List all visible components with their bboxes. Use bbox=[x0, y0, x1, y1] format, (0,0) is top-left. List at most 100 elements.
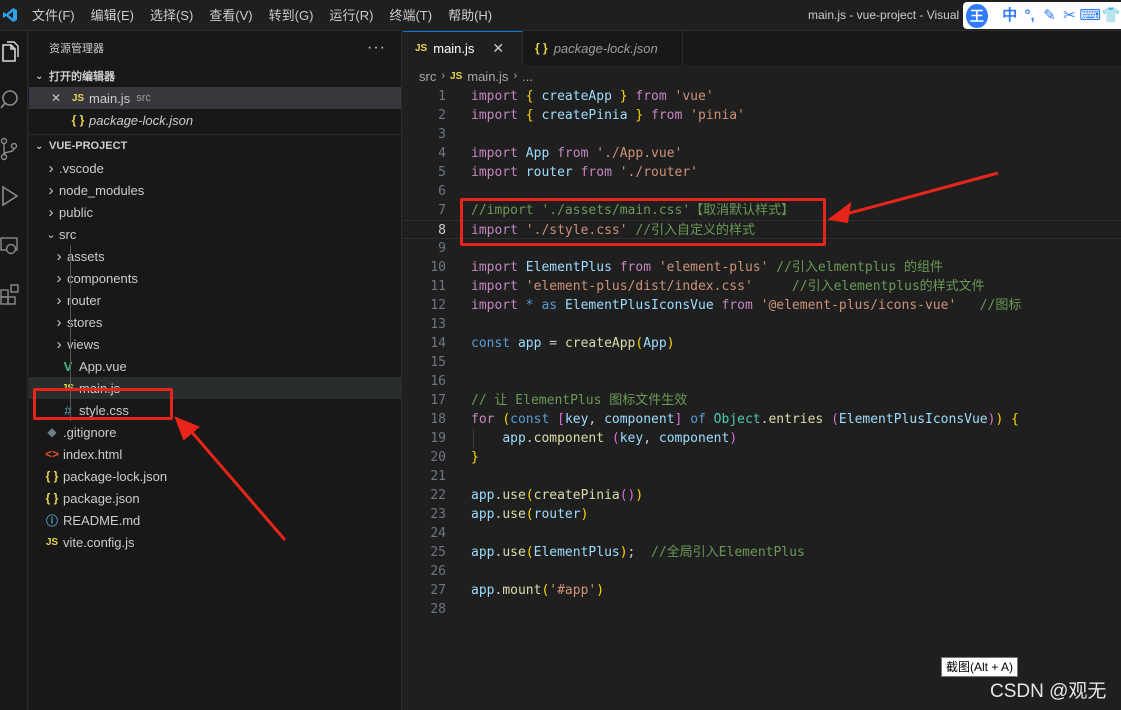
tree-item-router[interactable]: › router bbox=[29, 289, 401, 311]
more-actions-icon[interactable]: ··· bbox=[367, 39, 386, 57]
breadcrumb-folder[interactable]: src bbox=[419, 69, 436, 84]
code-line: 12 import * as ElementPlusIconsVue from '… bbox=[403, 296, 1121, 315]
ime-keyboard-icon[interactable]: ⌨ bbox=[1079, 2, 1101, 29]
code-line: 1 import { createApp } from 'vue' bbox=[403, 87, 1121, 106]
code-text: import * as ElementPlusIconsVue from '@e… bbox=[471, 296, 1021, 315]
code-token: import bbox=[471, 165, 518, 180]
source-control-icon[interactable] bbox=[0, 137, 20, 161]
tree-item-label: views bbox=[67, 336, 100, 352]
info-file-icon: ⓘ bbox=[45, 513, 58, 528]
search-icon[interactable] bbox=[0, 87, 20, 111]
tree-item-label: App.vue bbox=[79, 358, 127, 374]
breadcrumb-more[interactable]: ... bbox=[522, 69, 533, 84]
code-text: import ElementPlus from 'element-plus' /… bbox=[471, 258, 943, 277]
menu-item[interactable]: 运行(R) bbox=[321, 0, 381, 31]
code-line: 10 import ElementPlus from 'element-plus'… bbox=[403, 258, 1121, 277]
code-line: 22 app.use(createPinia()) bbox=[403, 486, 1121, 505]
tree-item-package-lock-json[interactable]: { } package-lock.json bbox=[29, 465, 401, 487]
ime-chinese-mode-button[interactable]: 中 bbox=[1000, 2, 1020, 29]
code-token: import bbox=[471, 279, 518, 294]
line-number: 22 bbox=[430, 488, 446, 503]
code-token: . bbox=[525, 431, 534, 446]
open-editor-package-lock[interactable]: { } package-lock.json bbox=[29, 109, 401, 131]
ime-handwrite-icon[interactable]: ✎ bbox=[1040, 2, 1060, 29]
code-token: import bbox=[471, 108, 518, 123]
close-icon[interactable]: ✕ bbox=[492, 40, 504, 57]
tab-main-js[interactable]: JS main.js ✕ bbox=[403, 31, 523, 65]
line-number: 25 bbox=[430, 545, 446, 560]
open-editor-folder: src bbox=[136, 92, 151, 104]
tree-item-label: node_modules bbox=[59, 182, 145, 198]
line-number: 16 bbox=[430, 374, 446, 389]
menu-item[interactable]: 终端(T) bbox=[381, 0, 440, 31]
code-line: 16 bbox=[403, 372, 1121, 391]
tree-item-index-html[interactable]: <> index.html bbox=[29, 443, 401, 465]
menu-item[interactable]: 编辑(E) bbox=[83, 0, 142, 31]
tab-package-lock[interactable]: { } package-lock.json bbox=[523, 31, 683, 65]
code-token: from bbox=[557, 146, 589, 161]
code-token: app bbox=[517, 336, 542, 351]
tree-item-app-vue[interactable]: V App.vue bbox=[29, 355, 401, 377]
code-token: createApp bbox=[564, 336, 636, 351]
chevron-right-icon: › bbox=[56, 247, 62, 265]
code-line: 23 app.use(router) bbox=[403, 505, 1121, 524]
editor-area: JS main.js ✕ { } package-lock.json src ›… bbox=[403, 31, 1121, 710]
code-text: // 让 ElementPlus 图标文件生效 bbox=[471, 391, 687, 410]
chevron-right-icon: › bbox=[56, 313, 62, 331]
ime-scissors-icon[interactable]: ✂ bbox=[1060, 2, 1080, 29]
js-file-icon: JS bbox=[415, 43, 428, 54]
menu-item[interactable]: 查看(V) bbox=[201, 0, 260, 31]
code-token: ( bbox=[611, 431, 620, 446]
code-token: // 让 ElementPlus 图标文件生效 bbox=[471, 393, 688, 408]
ime-punctuation-button[interactable]: °, bbox=[1020, 2, 1040, 29]
breadcrumb-file[interactable]: main.js bbox=[467, 69, 508, 84]
line-number: 3 bbox=[438, 127, 446, 142]
code-token: } bbox=[471, 450, 479, 465]
code-line: 25 app.use(ElementPlus); //全局引入ElementPlu… bbox=[403, 543, 1121, 562]
remote-explorer-icon[interactable] bbox=[0, 234, 20, 258]
tree-item-stores[interactable]: › stores bbox=[29, 311, 401, 333]
run-debug-icon[interactable] bbox=[0, 184, 20, 208]
code-token: { bbox=[525, 89, 534, 104]
tree-item-vscode[interactable]: › .vscode bbox=[29, 157, 401, 179]
tree-item-readme-md[interactable]: ⓘ README.md bbox=[29, 509, 401, 531]
code-token: use bbox=[502, 488, 526, 503]
menu-item[interactable]: 转到(G) bbox=[261, 0, 322, 31]
project-section[interactable]: ⌄ VUE-PROJECT bbox=[29, 135, 401, 157]
tree-item-public[interactable]: › public bbox=[29, 201, 401, 223]
open-editor-main-js[interactable]: ✕ JS main.js src bbox=[29, 87, 401, 109]
tree-item-node-modules[interactable]: › node_modules bbox=[29, 179, 401, 201]
menu-item[interactable]: 选择(S) bbox=[142, 0, 201, 31]
tree-item-gitignore[interactable]: ◆ .gitignore bbox=[29, 421, 401, 443]
tree-item-assets[interactable]: › assets bbox=[29, 245, 401, 267]
ime-skin-icon[interactable]: 👕 bbox=[1101, 2, 1121, 29]
explorer-icon[interactable] bbox=[0, 41, 20, 65]
menu-item[interactable]: 文件(F) bbox=[24, 0, 83, 31]
open-editors-section[interactable]: ⌄ 打开的编辑器 bbox=[29, 65, 401, 87]
code-line: 17 // 让 ElementPlus 图标文件生效 bbox=[403, 391, 1121, 410]
menu-item[interactable]: 帮助(H) bbox=[440, 0, 500, 31]
tree-item-vite-config-js[interactable]: JS vite.config.js bbox=[29, 531, 401, 553]
code-token: '@element-plus/icons-vue' bbox=[760, 298, 957, 313]
close-icon[interactable]: ✕ bbox=[51, 91, 69, 105]
code-token: app bbox=[471, 507, 495, 522]
breadcrumb: src › JS main.js › ... bbox=[403, 65, 1121, 87]
code-token: ) bbox=[666, 336, 675, 351]
tree-item-views[interactable]: › views bbox=[29, 333, 401, 355]
code-line: 18 for (const [key, component] of Object.… bbox=[403, 410, 1121, 429]
line-number: 7 bbox=[438, 203, 446, 218]
tree-item-package-json[interactable]: { } package.json bbox=[29, 487, 401, 509]
line-number: 13 bbox=[430, 317, 446, 332]
extensions-icon[interactable] bbox=[0, 281, 20, 305]
tree-item-src[interactable]: ⌄ src bbox=[29, 223, 401, 245]
code-editor[interactable]: 1 import { createApp } from 'vue' 2 import … bbox=[403, 87, 1121, 647]
tree-item-components[interactable]: › components bbox=[29, 267, 401, 289]
code-text: const app = createApp(App) bbox=[471, 334, 675, 353]
ime-logo-icon[interactable]: 王 bbox=[966, 3, 988, 28]
code-token: mount bbox=[502, 583, 542, 598]
code-token: app bbox=[471, 488, 495, 503]
